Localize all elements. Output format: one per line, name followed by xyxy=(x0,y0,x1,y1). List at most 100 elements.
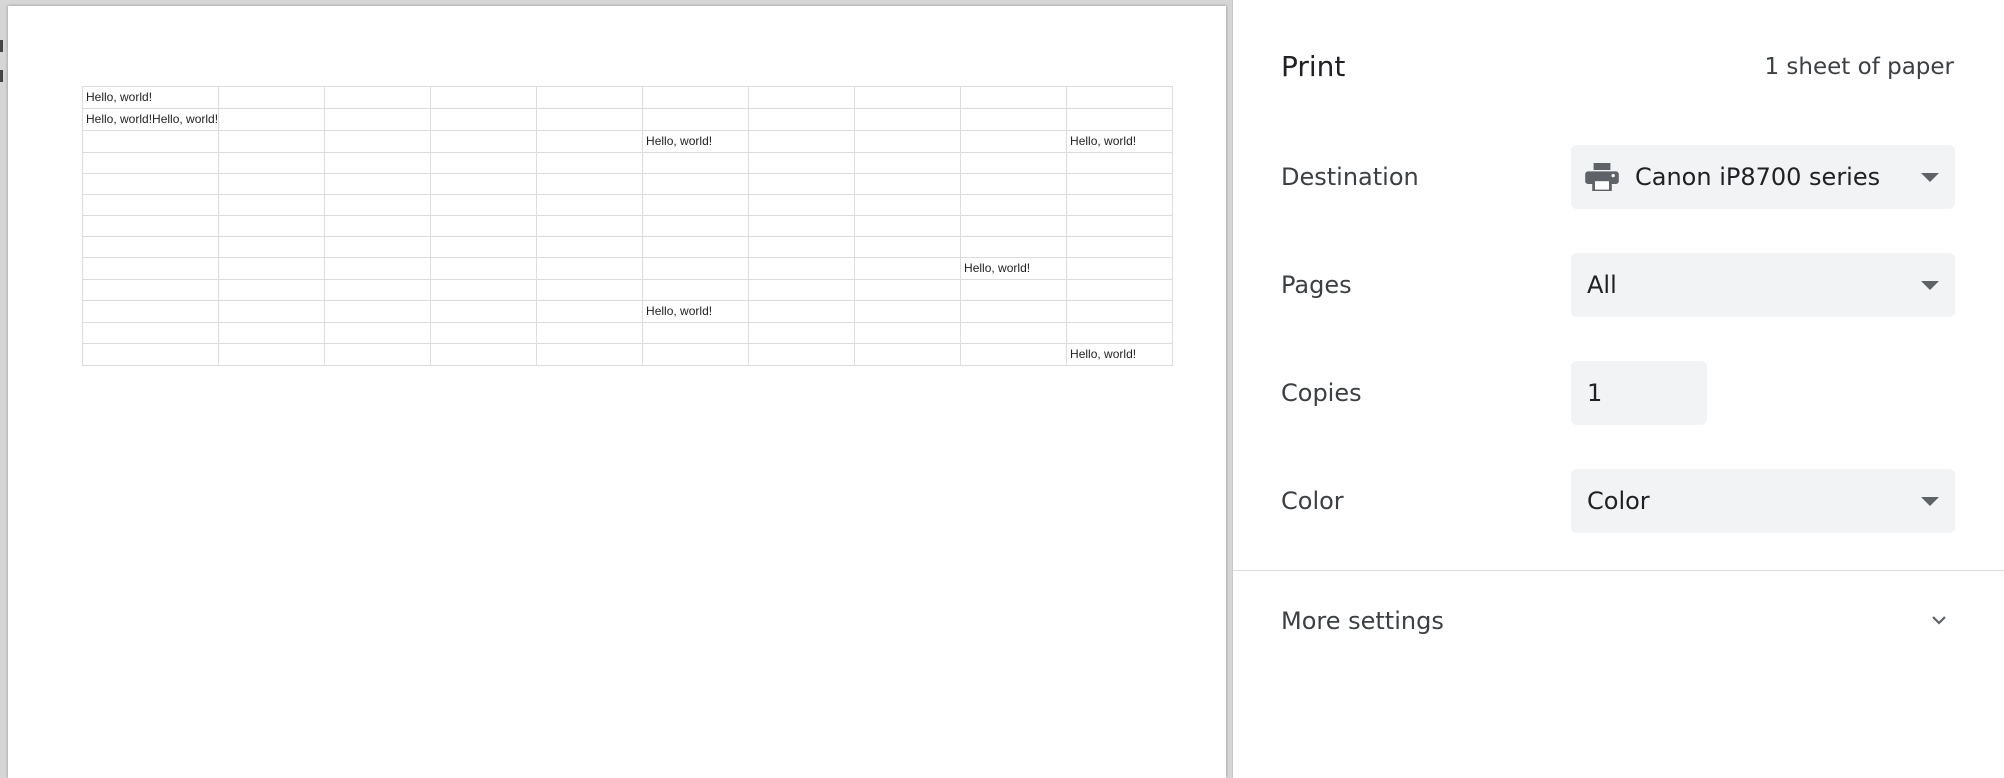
grid-cell xyxy=(218,108,326,131)
copies-input[interactable] xyxy=(1571,361,1707,425)
spreadsheet-grid: Hello, world! Hello, world! Hello, world! H… xyxy=(81,86,1174,366)
grid-cell xyxy=(748,343,856,366)
grid-row xyxy=(81,215,1174,237)
grid-cell xyxy=(536,173,644,195)
grid-cell xyxy=(536,300,644,323)
grid-cell xyxy=(324,130,432,153)
grid-cell xyxy=(1066,86,1174,109)
grid-row: Hello, world! Hello, world! xyxy=(81,130,1174,153)
grid-cell xyxy=(430,300,538,323)
destination-label: Destination xyxy=(1281,163,1419,191)
color-select[interactable]: Color xyxy=(1571,469,1955,533)
grid-cell xyxy=(642,86,750,109)
grid-cell xyxy=(536,152,644,174)
grid-cell xyxy=(81,322,220,344)
grid-cell xyxy=(324,215,432,237)
grid-cell xyxy=(218,236,326,258)
grid-cell xyxy=(1066,279,1174,301)
grid-cell xyxy=(218,322,326,344)
grid-cell xyxy=(960,173,1068,195)
grid-cell xyxy=(854,86,962,109)
section-divider xyxy=(1233,570,2004,571)
grid-cell xyxy=(81,343,220,366)
destination-row: Destination Canon iP8700 series xyxy=(1233,145,2004,209)
grid-cell xyxy=(430,108,538,131)
grid-row: Hello, world! xyxy=(81,300,1174,323)
grid-cell xyxy=(536,194,644,216)
grid-cell xyxy=(642,194,750,216)
grid-cell xyxy=(642,173,750,195)
grid-body: Hello, world! Hello, world! Hello, world! H… xyxy=(81,86,1174,366)
grid-cell xyxy=(642,108,750,131)
print-settings-panel: Print 1 sheet of paper Destination Canon… xyxy=(1232,0,2004,778)
dropdown-arrow-icon xyxy=(1921,173,1939,182)
edge-mark xyxy=(0,70,3,82)
grid-cell xyxy=(81,279,220,301)
chevron-down-icon xyxy=(1932,616,1946,625)
grid-cell xyxy=(324,322,432,344)
grid-cell xyxy=(430,343,538,366)
grid-cell xyxy=(218,279,326,301)
grid-cell xyxy=(748,322,856,344)
grid-cell xyxy=(1066,108,1174,131)
grid-cell xyxy=(748,194,856,216)
grid-cell xyxy=(854,173,962,195)
more-settings-label: More settings xyxy=(1281,607,1444,635)
grid-cell xyxy=(1066,300,1174,323)
grid-cell xyxy=(1066,257,1174,280)
grid-cell xyxy=(960,86,1068,109)
grid-row xyxy=(81,194,1174,216)
grid-cell: Hello, world! xyxy=(1066,130,1174,153)
grid-row: Hello, world! xyxy=(81,86,1174,109)
pages-row: Pages All xyxy=(1233,253,2004,317)
grid-cell xyxy=(854,322,962,344)
copies-row: Copies xyxy=(1233,361,2004,425)
panel-title: Print xyxy=(1281,50,1346,83)
grid-row xyxy=(81,236,1174,258)
grid-cell xyxy=(430,257,538,280)
grid-cell xyxy=(430,236,538,258)
grid-cell xyxy=(536,130,644,153)
grid-cell xyxy=(960,215,1068,237)
grid-cell xyxy=(81,152,220,174)
grid-cell xyxy=(81,257,220,280)
grid-cell xyxy=(81,236,220,258)
grid-cell xyxy=(324,152,432,174)
more-settings-button[interactable]: More settings xyxy=(1233,591,2004,651)
grid-cell xyxy=(1066,322,1174,344)
dropdown-arrow-icon xyxy=(1921,281,1939,290)
grid-cell xyxy=(854,194,962,216)
grid-cell xyxy=(324,236,432,258)
pages-label: Pages xyxy=(1281,271,1352,299)
grid-cell xyxy=(536,236,644,258)
grid-cell xyxy=(218,173,326,195)
grid-cell xyxy=(1066,152,1174,174)
grid-cell xyxy=(536,215,644,237)
grid-cell xyxy=(960,322,1068,344)
destination-value: Canon iP8700 series xyxy=(1635,163,1881,191)
pages-select[interactable]: All xyxy=(1571,253,1955,317)
grid-cell xyxy=(642,257,750,280)
grid-cell xyxy=(748,152,856,174)
grid-cell xyxy=(218,86,326,109)
grid-cell: Hello, world!Hello, world! xyxy=(81,108,220,131)
grid-cell xyxy=(430,322,538,344)
sheet-count: 1 sheet of paper xyxy=(1764,54,1954,80)
grid-row: Hello, world! xyxy=(81,257,1174,280)
grid-cell xyxy=(430,279,538,301)
grid-row xyxy=(81,173,1174,195)
grid-cell xyxy=(960,152,1068,174)
print-preview-area: Hello, world! Hello, world! Hello, world! H… xyxy=(0,0,1232,778)
grid-cell xyxy=(536,322,644,344)
grid-cell xyxy=(960,108,1068,131)
grid-cell xyxy=(748,300,856,323)
grid-cell xyxy=(81,215,220,237)
grid-cell xyxy=(324,86,432,109)
grid-cell xyxy=(324,173,432,195)
grid-cell xyxy=(324,108,432,131)
grid-cell xyxy=(430,194,538,216)
grid-cell xyxy=(324,343,432,366)
destination-select[interactable]: Canon iP8700 series xyxy=(1571,145,1955,209)
grid-cell xyxy=(854,215,962,237)
grid-cell xyxy=(1066,236,1174,258)
